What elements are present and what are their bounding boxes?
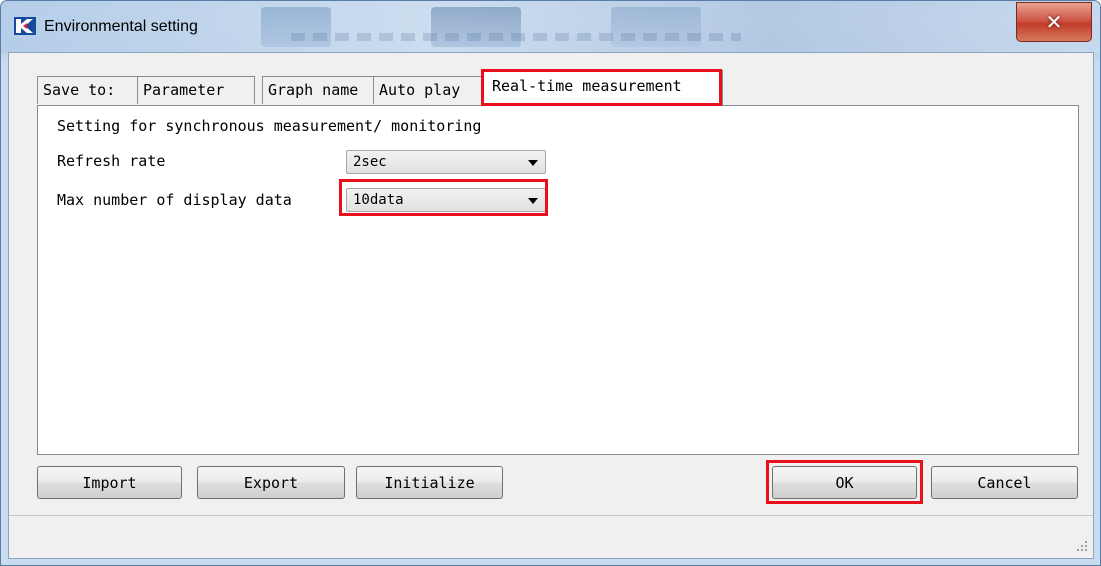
close-button[interactable]: ✕ — [1016, 2, 1092, 42]
max-display-select[interactable]: 10data — [346, 188, 546, 212]
tab-save-to[interactable]: Save to: — [37, 76, 138, 104]
chevron-down-icon — [528, 160, 538, 166]
tab-auto-play[interactable]: Auto play — [373, 76, 485, 104]
dialog-client: Save to: Parameter Graph name Auto play … — [8, 52, 1094, 559]
ok-button[interactable]: OK — [772, 466, 917, 499]
export-button[interactable]: Export — [197, 466, 345, 499]
import-button[interactable]: Import — [37, 466, 182, 499]
max-display-value: 10data — [353, 192, 404, 208]
resize-grip-icon[interactable] — [1076, 540, 1088, 552]
max-display-label: Max number of display data — [57, 191, 292, 209]
dialog-window: Environmental setting ✕ Save to: Paramet… — [0, 0, 1101, 566]
app-logo-icon — [14, 17, 36, 35]
close-icon: ✕ — [1045, 10, 1063, 34]
refresh-rate-label: Refresh rate — [57, 152, 166, 170]
tab-real-time-measurement[interactable]: Real-time measurement — [483, 70, 723, 106]
refresh-rate-select[interactable]: 2sec — [346, 150, 546, 174]
background-ghost — [611, 7, 701, 47]
tab-parameter[interactable]: Parameter — [137, 76, 255, 104]
section-heading: Setting for synchronous measurement/ mon… — [57, 117, 482, 135]
cancel-button[interactable]: Cancel — [931, 466, 1078, 499]
refresh-rate-value: 2sec — [353, 154, 387, 170]
tab-panel: Setting for synchronous measurement/ mon… — [37, 105, 1079, 455]
tab-graph-name[interactable]: Graph name — [262, 76, 374, 104]
background-ghost — [291, 33, 741, 41]
chevron-down-icon — [528, 198, 538, 204]
initialize-button[interactable]: Initialize — [356, 466, 503, 499]
window-title: Environmental setting — [44, 18, 198, 35]
background-ghost — [261, 7, 331, 47]
background-ghost — [431, 7, 521, 47]
title-bar[interactable]: Environmental setting ✕ — [1, 1, 1100, 53]
status-bar — [9, 515, 1093, 558]
